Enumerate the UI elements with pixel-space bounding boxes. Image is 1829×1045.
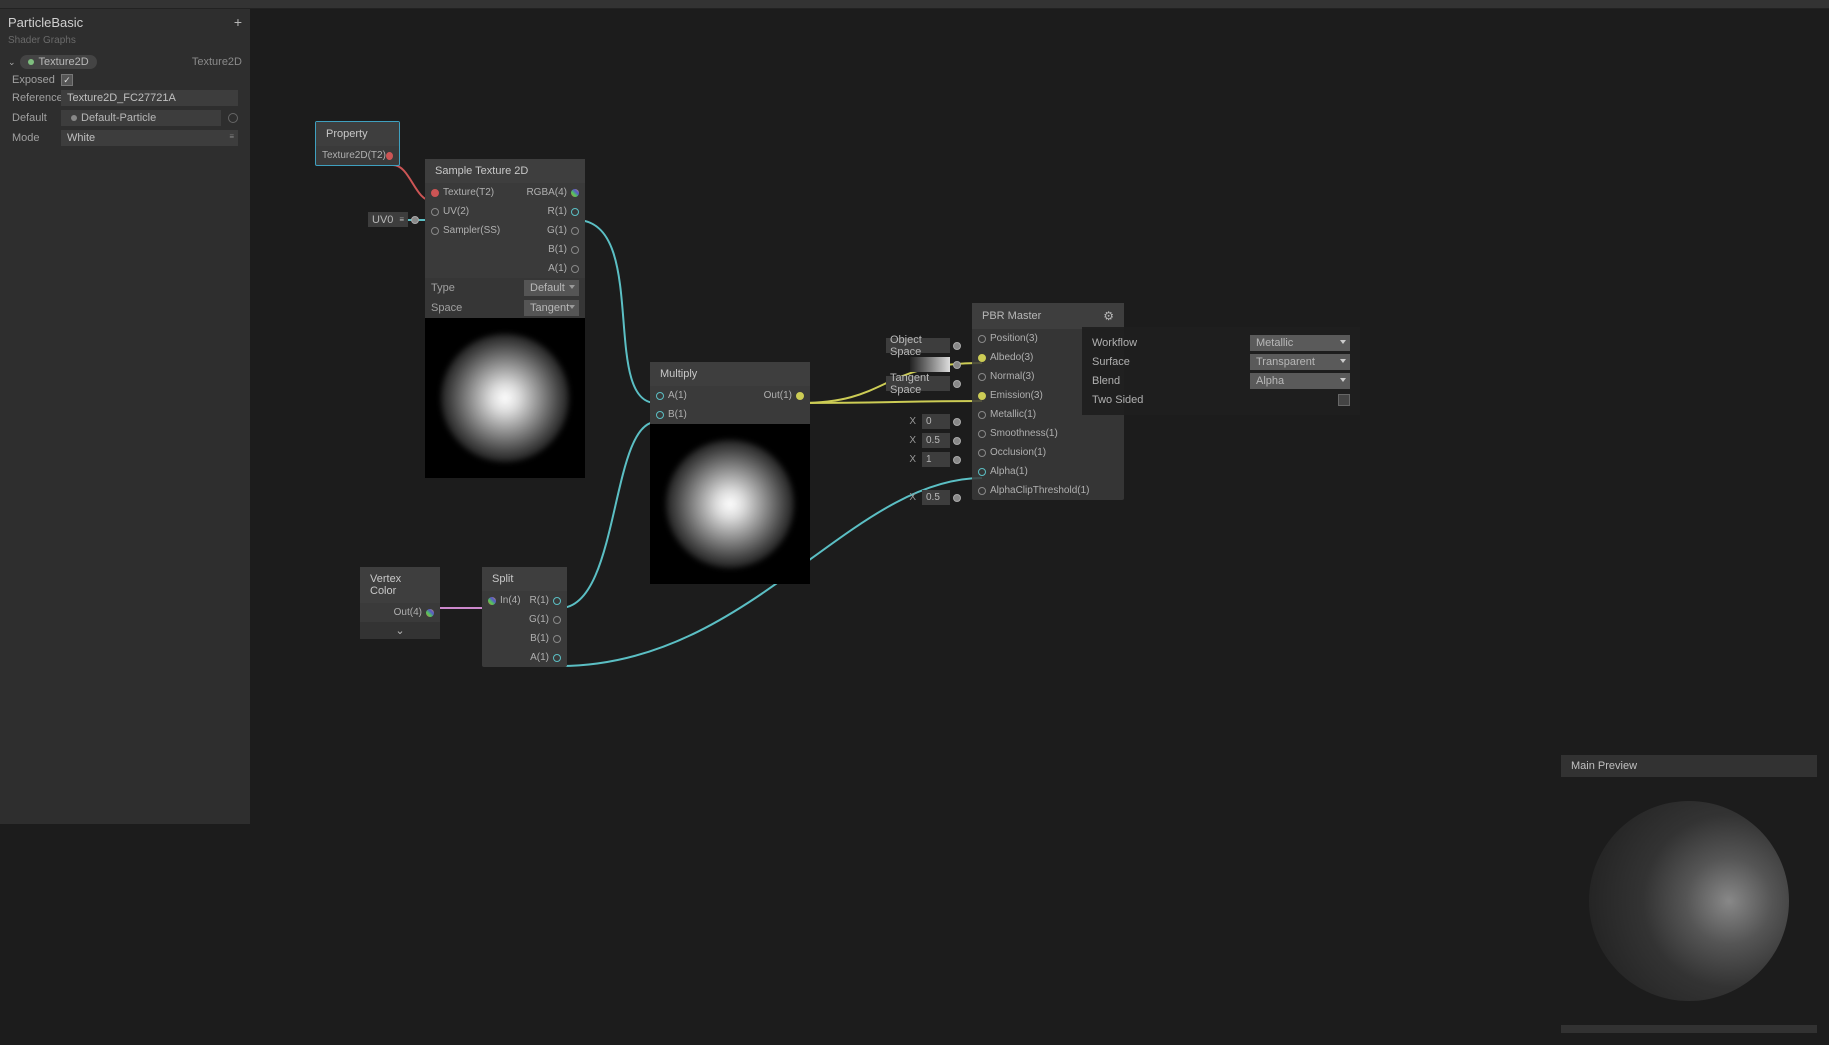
occlusion-port[interactable] [978,449,986,457]
exposed-label: Exposed [12,74,57,86]
rgba-output-port[interactable] [571,189,579,197]
sample-type-dropdown[interactable]: Default [524,280,579,296]
shader-category: Shader Graphs [0,35,250,52]
blend-label: Blend [1092,375,1120,387]
default-texture-field[interactable]: Default-Particle [61,110,221,126]
sampler-input-port[interactable] [431,227,439,235]
inspector-panel: ParticleBasic + Shader Graphs ⌄ Texture2… [0,9,250,824]
graph-canvas[interactable]: Property Texture2D(T2) UV0≡ Sample Textu… [250,9,1829,1045]
main-preview-title: Main Preview [1561,755,1817,777]
alpha-port[interactable] [978,468,986,476]
multiply-a-port[interactable] [656,392,664,400]
uv-input-port[interactable] [431,208,439,216]
split-node[interactable]: Split In(4) R(1) G(1) B(1) A(1) [482,567,567,667]
add-property-button[interactable]: + [234,14,242,30]
surface-label: Surface [1092,356,1130,368]
property-node-title: Property [316,122,399,146]
sample-texture-title: Sample Texture 2D [425,159,585,183]
texture-picker-button[interactable] [228,113,238,123]
occlusion-inline-port[interactable] [953,456,961,464]
reference-input[interactable] [61,90,238,106]
split-title: Split [482,567,567,591]
metallic-inline-port[interactable] [953,418,961,426]
mode-dropdown[interactable]: White [61,130,238,146]
property-pill[interactable]: Texture2D [20,55,97,69]
workflow-label: Workflow [1092,337,1137,349]
normal-space-dropdown[interactable]: Tangent Space [886,376,950,391]
alphaclip-inline-port[interactable] [953,494,961,502]
alphaclip-port[interactable] [978,487,986,495]
workflow-dropdown[interactable]: Metallic [1250,335,1350,351]
albedo-color-field[interactable] [910,357,950,372]
pbr-master-title: PBR Master [982,310,1041,322]
position-port[interactable] [978,335,986,343]
main-preview-viewport[interactable] [1561,777,1817,1025]
property-output-label: Texture2D(T2) [322,150,386,161]
r-output-port[interactable] [571,208,579,216]
uv-default-field[interactable]: UV0≡ [368,212,408,227]
occlusion-value-input[interactable]: 1 [922,452,950,467]
split-input-port[interactable] [488,597,496,605]
sample-space-dropdown[interactable]: Tangent [524,300,579,316]
reference-label: Reference [12,92,57,104]
twosided-checkbox[interactable] [1338,394,1350,406]
shader-title: ParticleBasic [8,15,83,30]
g-output-port[interactable] [571,227,579,235]
twosided-label: Two Sided [1092,394,1143,406]
vertex-color-expand[interactable]: ⌄ [360,622,440,639]
position-space-dropdown[interactable]: Object Space [886,338,950,353]
sample-texture-preview [425,318,585,478]
pbr-settings-panel: Workflow Metallic Surface Transparent Bl… [1082,327,1360,415]
metallic-value-input[interactable]: 0 [922,414,950,429]
texture-input-port[interactable] [431,189,439,197]
vertex-color-node[interactable]: Vertex Color Out(4) ⌄ [360,567,440,639]
property-output-port[interactable] [386,152,393,160]
default-label: Default [12,112,57,124]
smoothness-port[interactable] [978,430,986,438]
gear-icon[interactable]: ⚙ [1103,309,1114,323]
exposed-checkbox[interactable]: ✓ [61,74,73,86]
multiply-preview [650,424,810,584]
split-g-port[interactable] [553,616,561,624]
blend-dropdown[interactable]: Alpha [1250,373,1350,389]
metallic-port[interactable] [978,411,986,419]
albedo-port[interactable] [978,354,986,362]
smoothness-value-input[interactable]: 0.5 [922,433,950,448]
vertex-color-title: Vertex Color [360,567,440,603]
position-inline-port[interactable] [953,342,961,350]
surface-dropdown[interactable]: Transparent [1250,354,1350,370]
a-output-port[interactable] [571,265,579,273]
albedo-inline-port[interactable] [953,361,961,369]
property-name: Texture2D [39,56,89,68]
uv-inline-port[interactable] [411,216,419,224]
property-status-dot [28,59,34,65]
vertex-color-output-port[interactable] [426,609,434,617]
split-r-port[interactable] [553,597,561,605]
property-type-label: Texture2D [192,56,242,68]
property-expand-arrow[interactable]: ⌄ [8,57,16,68]
preview-sphere [1589,801,1789,1001]
alphaclip-value-input[interactable]: 0.5 [922,490,950,505]
main-preview-panel[interactable]: Main Preview [1561,755,1817,1033]
normal-inline-port[interactable] [953,380,961,388]
normal-port[interactable] [978,373,986,381]
mode-label: Mode [12,132,57,144]
sample-texture-node[interactable]: Sample Texture 2D Texture(T2) RGBA(4) UV… [425,159,585,478]
b-output-port[interactable] [571,246,579,254]
multiply-b-port[interactable] [656,411,664,419]
multiply-node[interactable]: Multiply A(1) Out(1) B(1) [650,362,810,584]
multiply-title: Multiply [650,362,810,386]
split-b-port[interactable] [553,635,561,643]
multiply-out-port[interactable] [796,392,804,400]
split-a-port[interactable] [553,654,561,662]
property-node[interactable]: Property Texture2D(T2) [315,121,400,166]
smoothness-inline-port[interactable] [953,437,961,445]
emission-port[interactable] [978,392,986,400]
